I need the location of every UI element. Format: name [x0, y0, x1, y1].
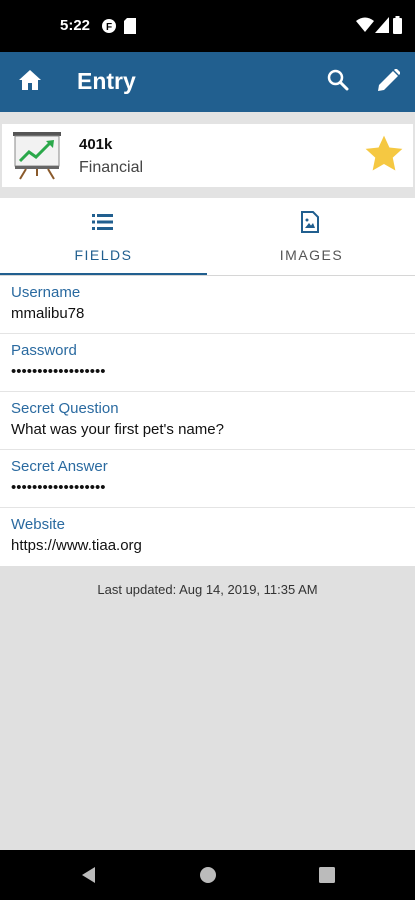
wifi-icon — [356, 17, 374, 38]
field-secret-answer[interactable]: Secret Answer •••••••••••••••••• — [0, 450, 415, 508]
home-button[interactable] — [14, 66, 46, 98]
favorite-star-icon[interactable] — [363, 133, 405, 180]
recents-icon[interactable] — [316, 864, 338, 886]
field-secret-question[interactable]: Secret Question What was your first pet'… — [0, 392, 415, 450]
field-website[interactable]: Website https://www.tiaa.org — [0, 508, 415, 566]
field-password[interactable]: Password •••••••••••••••••• — [0, 334, 415, 392]
field-label: Secret Answer — [11, 458, 108, 475]
last-updated-text: Last updated: Aug 14, 2019, 11:35 AM — [97, 582, 318, 597]
field-label: Secret Question — [11, 400, 119, 417]
field-label: Password — [11, 342, 77, 359]
fields-list: Username mmalibu78 Password ••••••••••••… — [0, 276, 415, 566]
list-icon — [92, 213, 114, 236]
status-time: 5:22 — [60, 17, 91, 34]
system-nav-bar — [0, 850, 415, 900]
tab-bar: FIELDS IMAGES — [0, 198, 415, 276]
field-label: Website — [11, 516, 65, 533]
tab-images-label: IMAGES — [279, 247, 344, 263]
edit-button[interactable] — [373, 66, 405, 98]
image-file-icon — [301, 211, 319, 238]
status-bar: 5:22 F — [0, 0, 415, 52]
field-label: Username — [11, 284, 81, 301]
entry-name: 401k — [79, 136, 113, 153]
svg-text:F: F — [106, 22, 112, 33]
tab-images[interactable]: IMAGES — [208, 198, 415, 276]
entry-card: 401k Financial — [2, 124, 413, 187]
field-username[interactable]: Username mmalibu78 — [0, 276, 415, 334]
chart-easel-icon — [12, 130, 62, 185]
signal-icon — [375, 17, 389, 38]
field-value-masked: •••••••••••••••••• — [11, 479, 106, 496]
search-icon — [327, 69, 349, 96]
field-value: What was your first pet's name? — [11, 421, 224, 438]
field-value: https://www.tiaa.org — [11, 537, 142, 554]
home-circle-icon[interactable] — [197, 864, 219, 886]
back-icon[interactable] — [78, 864, 100, 886]
edit-icon — [378, 67, 401, 96]
field-value-masked: •••••••••••••••••• — [11, 363, 106, 380]
app-bar: Entry — [0, 52, 415, 112]
battery-icon — [393, 16, 402, 39]
f-badge-icon: F — [101, 18, 117, 39]
tab-fields[interactable]: FIELDS — [0, 198, 207, 276]
entry-header: 401k Financial — [0, 112, 415, 198]
page-title: Entry — [77, 68, 136, 94]
search-button[interactable] — [322, 66, 354, 98]
field-value: mmalibu78 — [11, 305, 85, 322]
sd-card-icon — [124, 18, 136, 39]
home-icon — [19, 69, 41, 95]
entry-category: Financial — [79, 159, 144, 176]
tab-fields-label: FIELDS — [74, 247, 133, 263]
